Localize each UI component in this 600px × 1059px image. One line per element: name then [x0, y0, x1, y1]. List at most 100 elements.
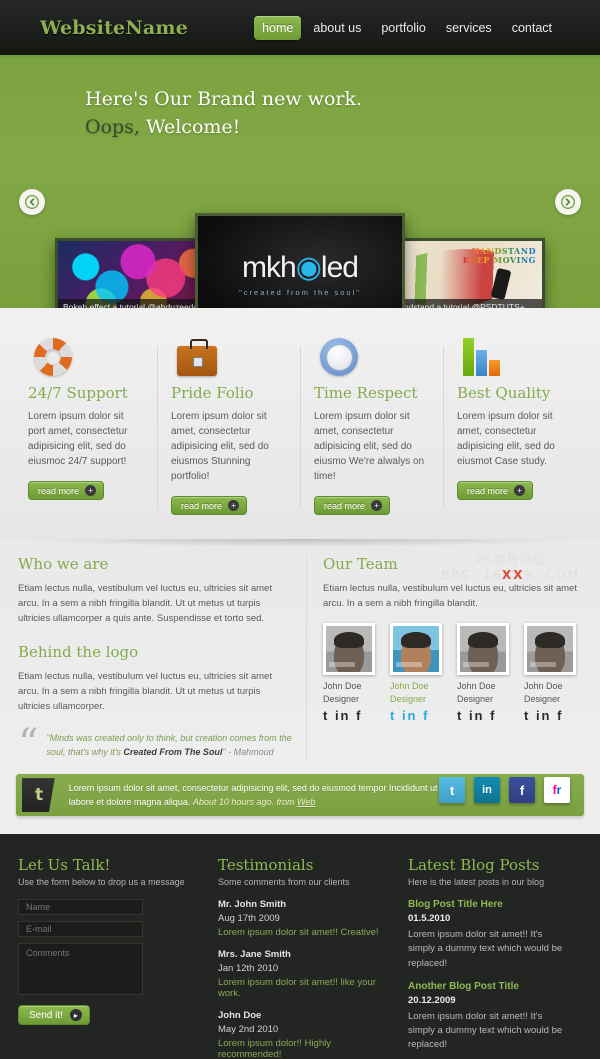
member-name: John Doe Designer [524, 681, 563, 704]
site-logo[interactable]: WebsiteName [40, 17, 188, 39]
feature-card-quality: Best Quality Lorem ipsum dolor sit amet,… [443, 334, 586, 515]
nav-item-about-us[interactable]: about us [305, 16, 369, 40]
twitter-badge: t [22, 778, 55, 813]
slider-track: Bokeh effect a tutorial @abduzeedo HANDS… [0, 213, 600, 308]
hero-headline-oops: Oops, [85, 115, 140, 138]
feature-text: Lorem ipsum dolor sit amet, consectetur … [314, 411, 425, 482]
avatar [323, 623, 375, 676]
flickr-icon[interactable]: fr [544, 777, 570, 804]
member-name: John Doe Designer [323, 681, 362, 704]
email-input[interactable] [18, 921, 143, 938]
blog-subtitle: Here is the latest posts in our blog [408, 877, 545, 888]
our-team-text: Etiam lectus nulla, vestibulum vel luctu… [323, 583, 577, 610]
read-more-button[interactable]: read more + [314, 496, 391, 515]
hero-headline-line1: Here's Our Brand new work. [85, 88, 363, 110]
name-input[interactable] [18, 899, 143, 916]
member-social-links[interactable]: t in f [390, 708, 448, 723]
testimonial-author: Mrs. Jane Smith [218, 949, 291, 961]
feature-title: Time Respect [314, 384, 418, 402]
slider-next-button[interactable] [555, 189, 581, 215]
twitter-section: t Lorem ipsum dolor sit amet, consectetu… [0, 770, 600, 835]
behind-logo-title: Behind the logo [18, 642, 139, 661]
quote-mark-icon: “ [18, 721, 39, 768]
slide-handstand[interactable]: HANDSTAND KEEP MOVING Handstand a tutori… [385, 238, 545, 308]
testimonial-date: Aug 17th 2009 [218, 913, 280, 925]
feature-card-time: Time Respect Lorem ipsum dolor sit amet,… [300, 334, 443, 515]
member-social-links[interactable]: t in f [323, 708, 381, 723]
read-more-label: read more [467, 485, 509, 496]
feature-title: Pride Folio [171, 384, 254, 402]
nav-item-contact[interactable]: contact [504, 16, 560, 40]
mkhaled-logo-part2: led [320, 250, 359, 284]
feature-card-support: 24/7 Support Lorem ipsum dolor sit port … [14, 334, 157, 515]
slide-mkhaled[interactable]: mkh◉led "created from the soul" Mkhaled … [195, 213, 405, 308]
twitter-bird-icon: t [35, 785, 44, 806]
team-members-list: John Doe Designer t in f John Doe Designer… [323, 623, 582, 723]
read-more-label: read more [181, 500, 223, 511]
quote-author: " - Mahmoud [222, 747, 274, 758]
quote-bold: Created From The Soul [123, 747, 223, 758]
team-column: PS教程论坛 BBS. 16XX9. COM Our Team Etiam le… [307, 553, 582, 760]
blog-post-excerpt: Lorem ipsum dolor sit amet!! It's simply… [408, 1010, 563, 1051]
read-more-button[interactable]: read more + [171, 496, 248, 515]
nav-item-portfolio[interactable]: portfolio [373, 16, 433, 40]
testimonial-date: Jan 12th 2010 [218, 963, 279, 975]
plus-icon: + [371, 500, 383, 511]
feature-text: Lorem ipsum dolor sit amet, consectetur … [457, 411, 555, 467]
team-member[interactable]: John Doe Designer t in f [524, 623, 582, 723]
send-button[interactable]: Send it! ▸ [18, 1005, 90, 1026]
feature-title: 24/7 Support [28, 384, 128, 402]
lifebuoy-icon [28, 334, 143, 376]
nav-item-home[interactable]: home [254, 15, 302, 40]
member-name: John Doe Designer [390, 681, 429, 704]
team-member[interactable]: John Doe Designer t in f [457, 623, 515, 723]
who-we-are-text: Etiam lectus nulla, vestibulum vel luctu… [18, 583, 272, 625]
mkhaled-tagline: "created from the soul" [239, 287, 361, 297]
hero-headline: Here's Our Brand new work. Oops, Welcome… [0, 58, 600, 141]
twitter-source-link[interactable]: Web [297, 797, 315, 807]
testimonial-quote: Lorem ipsum dolor sit amet!! like your w… [218, 977, 376, 1000]
testimonials-column: Testimonials Some comments from our clie… [218, 856, 408, 1059]
facebook-icon[interactable]: f [509, 777, 535, 804]
nav-item-services[interactable]: services [438, 16, 500, 40]
member-social-links[interactable]: t in f [457, 708, 515, 723]
blog-title: Latest Blog Posts [408, 856, 540, 875]
blog-post: Another Blog Post Title 20.12.2009 Lorem… [408, 981, 566, 1053]
blog-post-title[interactable]: Blog Post Title Here [408, 899, 566, 910]
testimonial-item: John Doe May 2nd 2010 Lorem ipsum dolor!… [218, 1010, 392, 1059]
feature-text: Lorem ipsum dolor sit port amet, consect… [28, 411, 128, 467]
blockquote: “ "Minds was created only to think, but … [18, 721, 292, 768]
hero-slider: Here's Our Brand new work. Oops, Welcome… [0, 58, 600, 308]
linkedin-icon[interactable]: in [474, 777, 500, 804]
twitter-meta: About 10 hours ago. from Web [193, 797, 315, 807]
read-more-label: read more [38, 485, 80, 496]
site-header: WebsiteName home about us portfolio serv… [0, 0, 600, 58]
blog-post: Blog Post Title Here 01.5.2010 Lorem ips… [408, 899, 566, 971]
testimonials-subtitle: Some comments from our clients [218, 877, 350, 888]
blog-post-title[interactable]: Another Blog Post Title [408, 981, 566, 992]
team-member[interactable]: John Doe Designer t in f [323, 623, 381, 723]
read-more-button[interactable]: read more + [28, 481, 105, 500]
twitter-icon[interactable]: t [439, 777, 465, 804]
member-name: John Doe Designer [457, 681, 496, 704]
comments-input[interactable] [18, 943, 143, 996]
slide-bokeh[interactable]: Bokeh effect a tutorial @abduzeedo [55, 238, 215, 308]
member-social-links[interactable]: t in f [524, 708, 582, 723]
avatar [457, 623, 509, 676]
testimonial-item: Mr. John Smith Aug 17th 2009 Lorem ipsum… [218, 899, 392, 938]
behind-logo-text: Etiam lectus nulla, vestibulum vel luctu… [18, 670, 272, 712]
team-member[interactable]: John Doe Designer t in f [390, 623, 448, 723]
arrow-right-icon: ▸ [69, 1009, 82, 1022]
read-more-button[interactable]: read more + [457, 481, 534, 500]
read-more-label: read more [324, 500, 366, 511]
slide-artwork-text: HANDSTAND KEEP MOVING [463, 247, 536, 265]
blog-post-date: 01.5.2010 [408, 913, 451, 925]
hero-headline-welcome: Welcome! [139, 115, 241, 138]
slide-caption: Handstand a tutorial @PSDTUTS+ [388, 299, 542, 308]
testimonial-author: Mr. John Smith [218, 899, 287, 911]
plus-icon: + [514, 485, 526, 496]
site-footer: Let Us Talk! Use the form below to drop … [0, 834, 600, 1059]
testimonial-author: John Doe [218, 1010, 262, 1022]
contact-form-column: Let Us Talk! Use the form below to drop … [18, 856, 218, 1059]
slider-prev-button[interactable] [19, 189, 45, 215]
